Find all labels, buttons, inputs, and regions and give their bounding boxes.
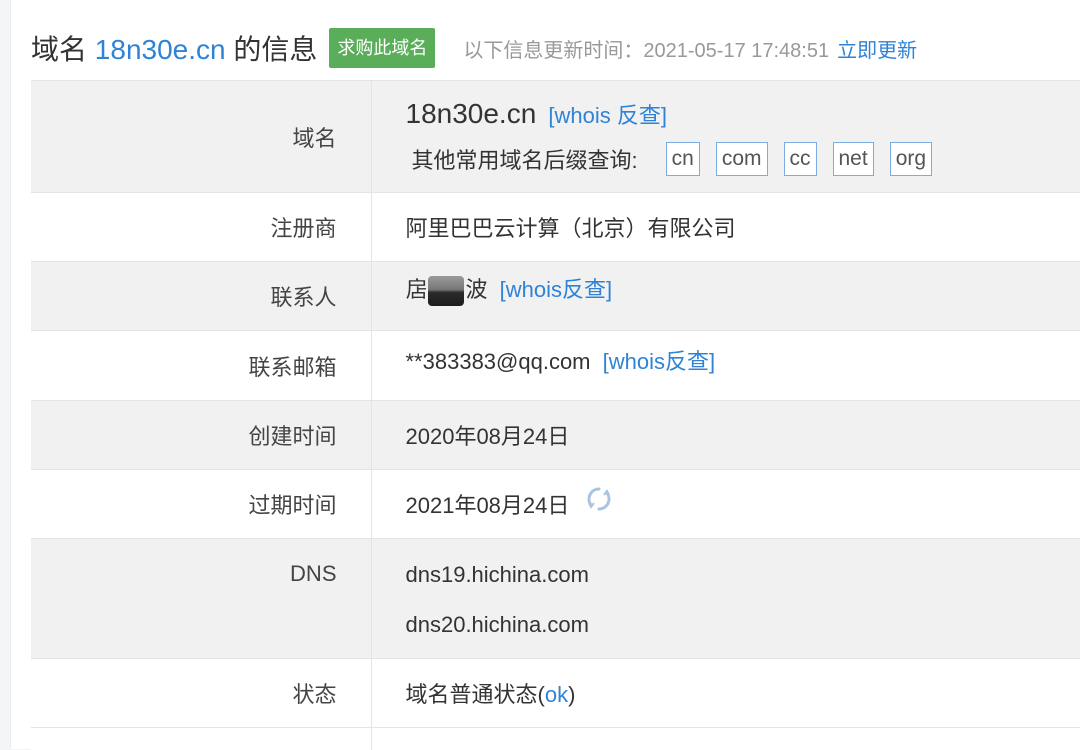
row-label [31,728,371,750]
expires-value: 2021年08月24日 [406,493,570,518]
registrar-value: 阿里巴巴云计算（北京）有限公司 [371,193,1080,262]
row-label: 域名 [31,81,371,193]
table-row-email: 联系邮箱 **383383@qq.com [whois反查] [31,331,1080,401]
row-label: 联系人 [31,262,371,331]
status-text-start: 域名普通状态( [406,682,545,707]
contact-whois-link[interactable]: [whois反查] [500,277,612,302]
row-value: 扂 波 [whois反查] [371,262,1080,331]
title-domain-link[interactable]: 18n30e.cn [95,34,226,65]
row-label: DNS [31,539,371,659]
table-row-expires: 过期时间 2021年08月24日 [31,470,1080,539]
table-row-status: 状态 域名普通状态(ok) [31,659,1080,728]
row-label: 注册商 [31,193,371,262]
table-row-empty [31,728,1080,750]
created-value: 2020年08月24日 [371,401,1080,470]
domain-value: 18n30e.cn [406,98,537,129]
contact-name-end: 波 [466,277,488,302]
row-value: 域名普通状态(ok) [371,659,1080,728]
table-row-domain: 域名 18n30e.cn [whois 反查] 其他常用域名后缀查询: cn c… [31,81,1080,193]
whois-lookup-link[interactable]: [whois 反查] [548,103,667,128]
status-ok-link[interactable]: ok [545,682,568,707]
dns-server-1: dns19.hichina.com [406,561,1080,589]
suffix-com-button[interactable]: com [716,142,768,176]
table-row-dns: DNS dns19.hichina.com dns20.hichina.com [31,539,1080,659]
suffix-cc-button[interactable]: cc [784,142,817,176]
header: 域名 18n30e.cn 的信息 求购此域名 以下信息更新时间：2021-05-… [31,24,917,72]
redaction-blur [428,276,464,306]
domain-info-table: 域名 18n30e.cn [whois 反查] 其他常用域名后缀查询: cn c… [31,80,1080,750]
row-value: 2021年08月24日 [371,470,1080,539]
refresh-icon[interactable] [586,486,612,518]
row-label: 状态 [31,659,371,728]
contact-name-start: 扂 [406,277,428,302]
table-row-contact: 联系人 扂 波 [whois反查] [31,262,1080,331]
update-now-link[interactable]: 立即更新 [837,34,917,63]
table-row-registrar: 注册商 阿里巴巴云计算（北京）有限公司 [31,193,1080,262]
email-value: **383383@qq.com [406,349,591,374]
row-label: 创建时间 [31,401,371,470]
status-text-end: ) [568,682,575,707]
row-label: 联系邮箱 [31,331,371,401]
buy-domain-button[interactable]: 求购此域名 [329,28,435,68]
row-value: dns19.hichina.com dns20.hichina.com [371,539,1080,659]
row-value: 18n30e.cn [whois 反查] 其他常用域名后缀查询: cn com … [371,81,1080,193]
row-label: 过期时间 [31,470,371,539]
title-suffix: 的信息 [233,34,317,65]
suffix-cn-button[interactable]: cn [666,142,700,176]
page: 域名 18n30e.cn 的信息 求购此域名 以下信息更新时间：2021-05-… [10,0,1080,749]
title-prefix: 域名 [31,34,87,65]
dns-label: DNS [290,561,336,586]
dns-server-2: dns20.hichina.com [406,611,1080,639]
suffix-org-button[interactable]: org [890,142,932,176]
row-value [371,728,1080,750]
suffix-query-row: 其他常用域名后缀查询: cn com cc net org [406,142,1080,176]
email-whois-link[interactable]: [whois反查] [603,349,715,374]
row-value: **383383@qq.com [whois反查] [371,331,1080,401]
suffix-query-label: 其他常用域名后缀查询: [412,143,638,175]
update-time-text: 以下信息更新时间：2021-05-17 17:48:51 [463,34,829,63]
suffix-net-button[interactable]: net [833,142,874,176]
page-title: 域名 18n30e.cn 的信息 [31,28,317,68]
table-row-created: 创建时间 2020年08月24日 [31,401,1080,470]
